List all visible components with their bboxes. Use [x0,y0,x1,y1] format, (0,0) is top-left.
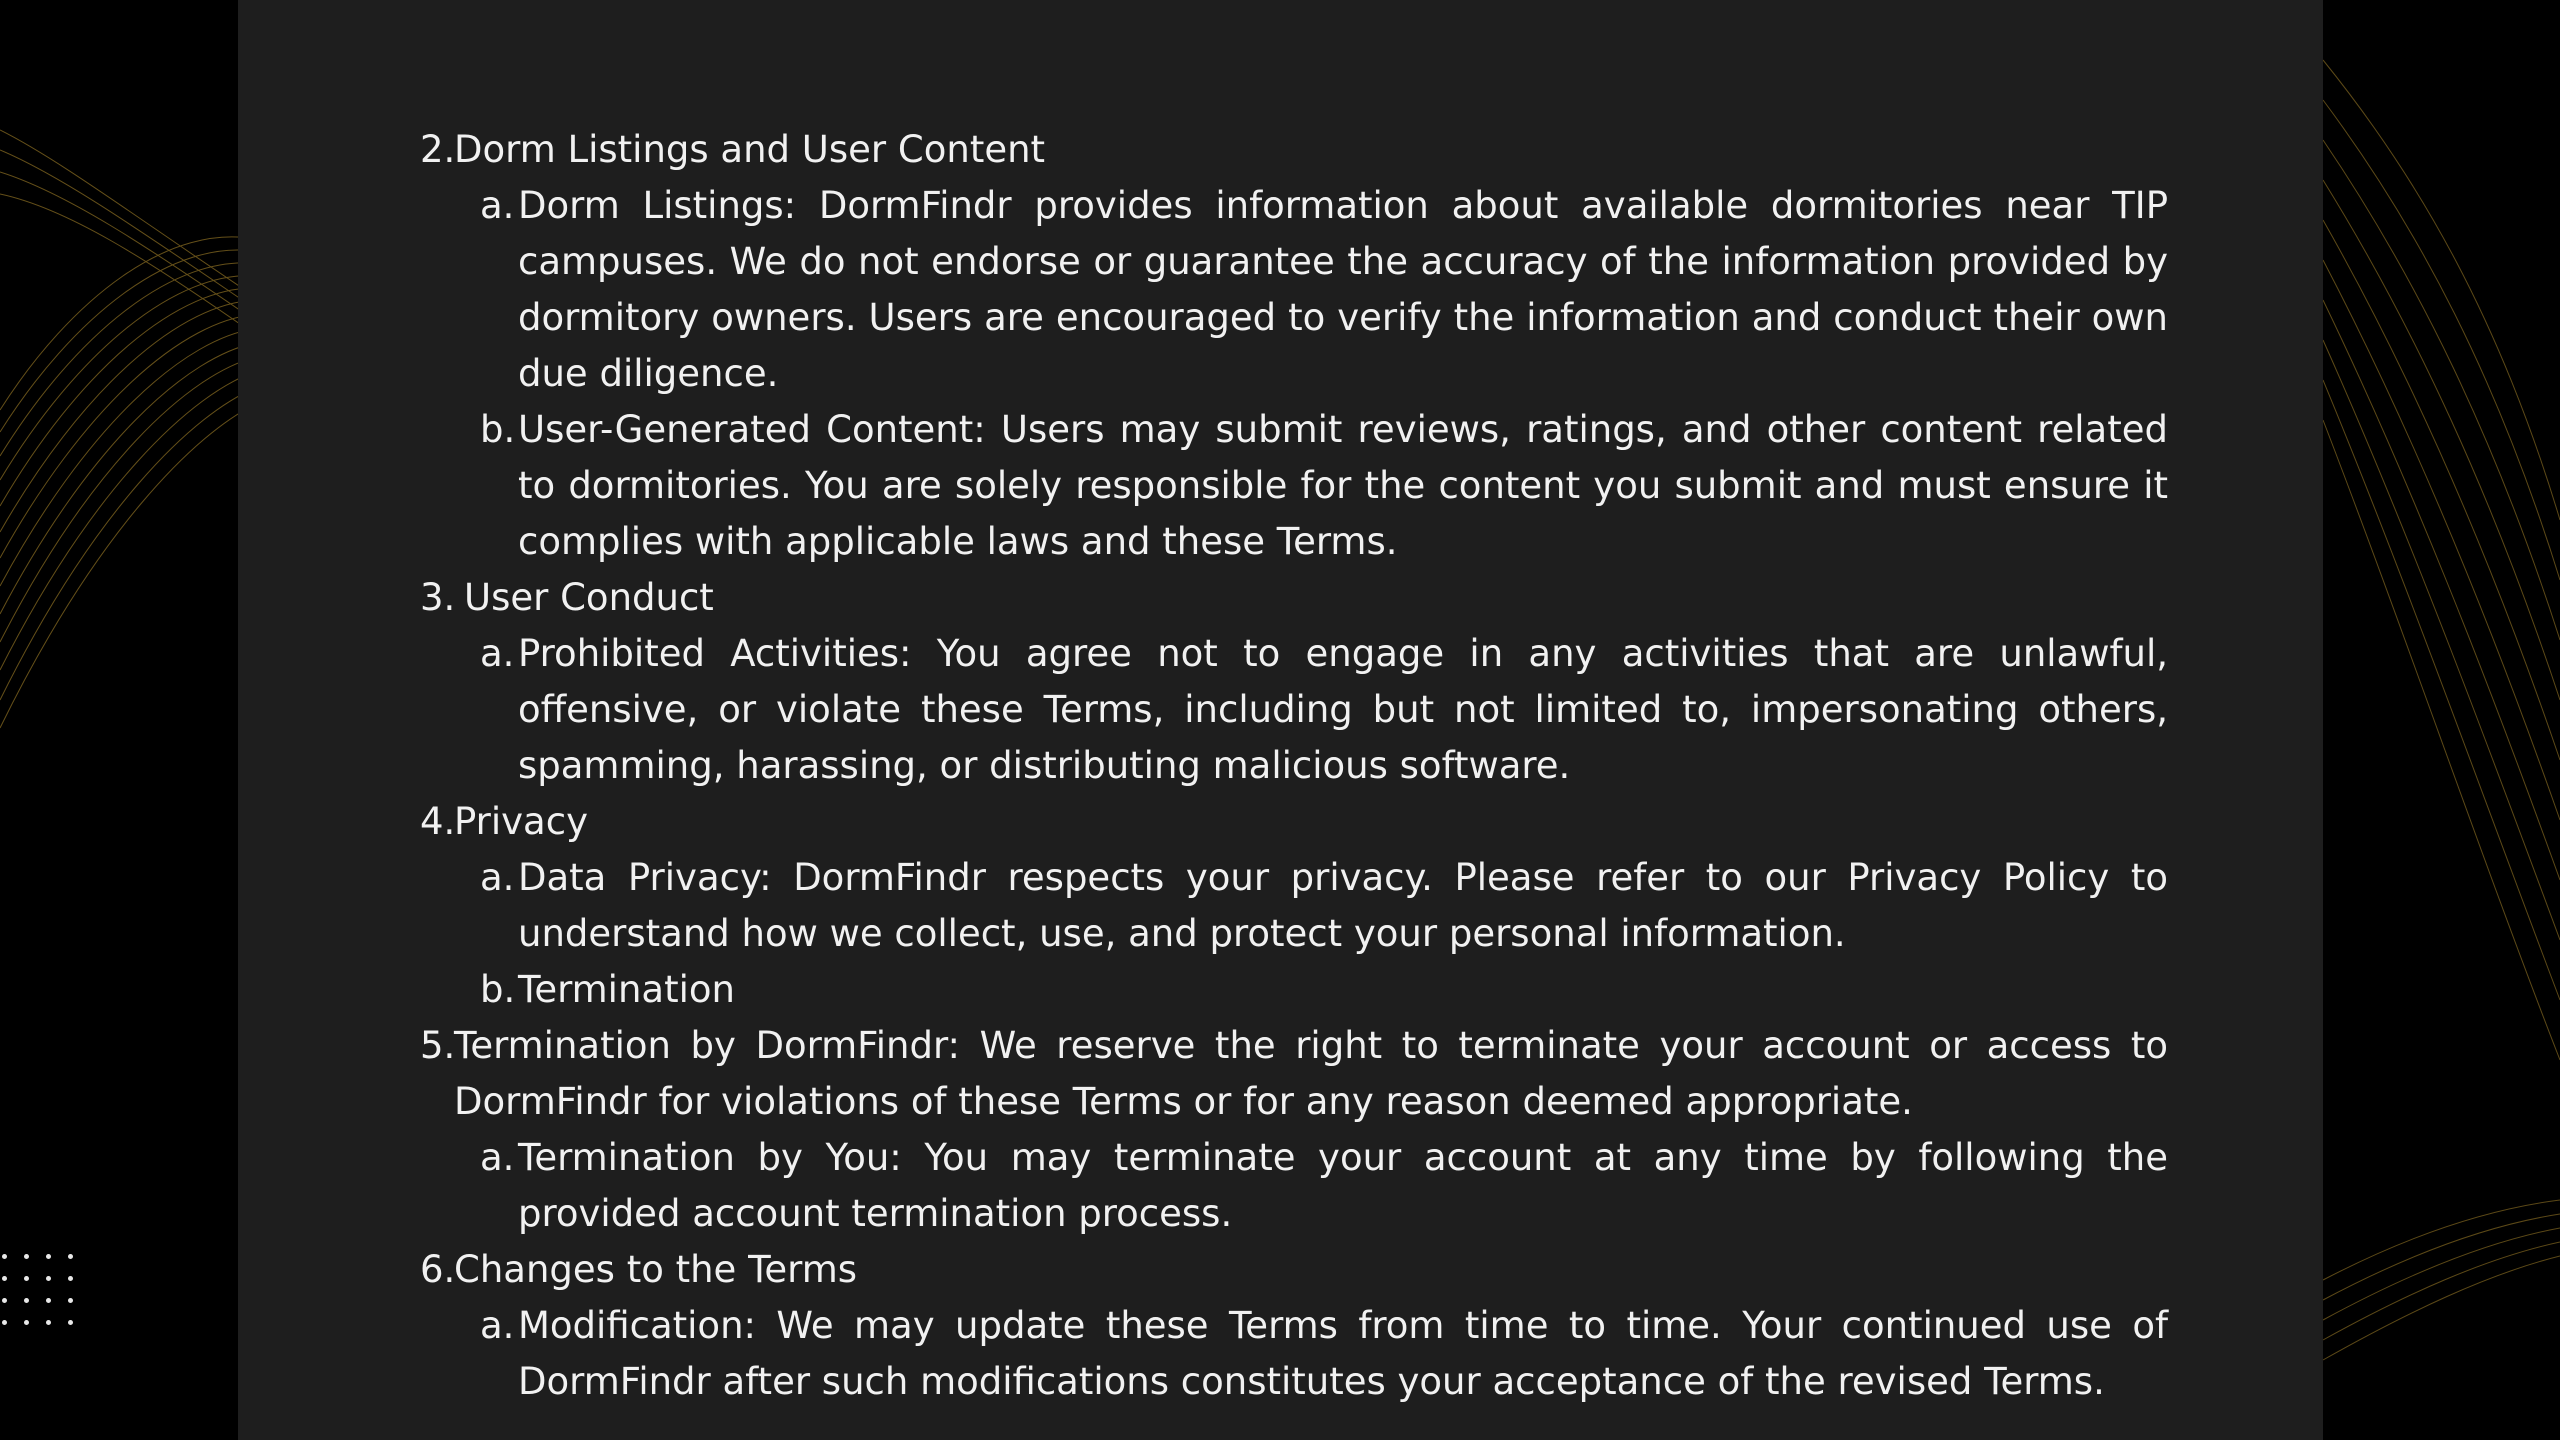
dot [24,1276,29,1281]
section-4-item-b: b. Termination [420,962,2168,1018]
item-text: Termination [518,968,735,1011]
section-title: Privacy [454,800,588,843]
dot-grid-decoration [2,1254,82,1354]
item-marker: a. [480,184,515,227]
section-2-item-a: a. Dorm Listings: DormFindr provides inf… [420,178,2168,402]
item-text: User-Generated Content: Users may submit… [518,408,2168,563]
dot [68,1254,73,1259]
section-title: Dorm Listings and User Content [454,128,1046,171]
dot [68,1320,73,1325]
dot [2,1298,7,1303]
section-6: 6. Changes to the Terms [420,1242,2168,1298]
item-marker: a. [480,632,515,675]
section-number: 3. [420,576,456,619]
section-2-item-b: b. User-Generated Content: Users may sub… [420,402,2168,570]
item-text: Data Privacy: DormFindr respects your pr… [518,856,2168,955]
dot [68,1298,73,1303]
item-text: Termination by You: You may terminate yo… [518,1136,2168,1235]
item-marker: a. [480,1304,515,1347]
section-2: 2. Dorm Listings and User Content [420,122,2168,178]
section-4: 4. Privacy [420,794,2168,850]
section-3: 3. User Conduct [420,570,2168,626]
section-5-item-a: a. Termination by You: You may terminate… [420,1130,2168,1242]
item-text: Dorm Listings: DormFindr provides inform… [518,184,2168,395]
section-3-item-a: a. Prohibited Activities: You agree not … [420,626,2168,794]
dot [24,1320,29,1325]
dot [46,1276,51,1281]
item-marker: a. [480,856,515,899]
terms-list: 2. Dorm Listings and User Content a. Dor… [420,122,2168,1410]
dot [68,1276,73,1281]
item-marker: a. [480,1136,515,1179]
section-4-item-a: a. Data Privacy: DormFindr respects your… [420,850,2168,962]
item-marker: b. [480,968,516,1011]
dot [46,1298,51,1303]
dot [2,1276,7,1281]
slide: 2. Dorm Listings and User Content a. Dor… [0,0,2560,1440]
item-text: Prohibited Activities: You agree not to … [518,632,2168,787]
dot [46,1254,51,1259]
section-number: 6. [420,1248,456,1291]
item-text: Modification: We may update these Terms … [518,1304,2168,1403]
section-number: 2. [420,128,456,171]
section-title: Termination by DormFindr: We reserve the… [454,1024,2168,1123]
item-marker: b. [480,408,516,451]
right-gold-wave [2322,59,2560,1361]
dot [2,1254,7,1259]
dot [2,1320,7,1325]
section-5: 5. Termination by DormFindr: We reserve … [420,1018,2168,1130]
section-number: 5. [420,1024,456,1067]
dot [46,1320,51,1325]
dot [24,1254,29,1259]
terms-panel: 2. Dorm Listings and User Content a. Dor… [238,0,2323,1440]
section-title: User Conduct [464,576,714,619]
section-number: 4. [420,800,456,843]
left-gold-wave [0,129,261,729]
section-title: Changes to the Terms [454,1248,858,1291]
dot [24,1298,29,1303]
section-6-item-a: a. Modification: We may update these Ter… [420,1298,2168,1410]
